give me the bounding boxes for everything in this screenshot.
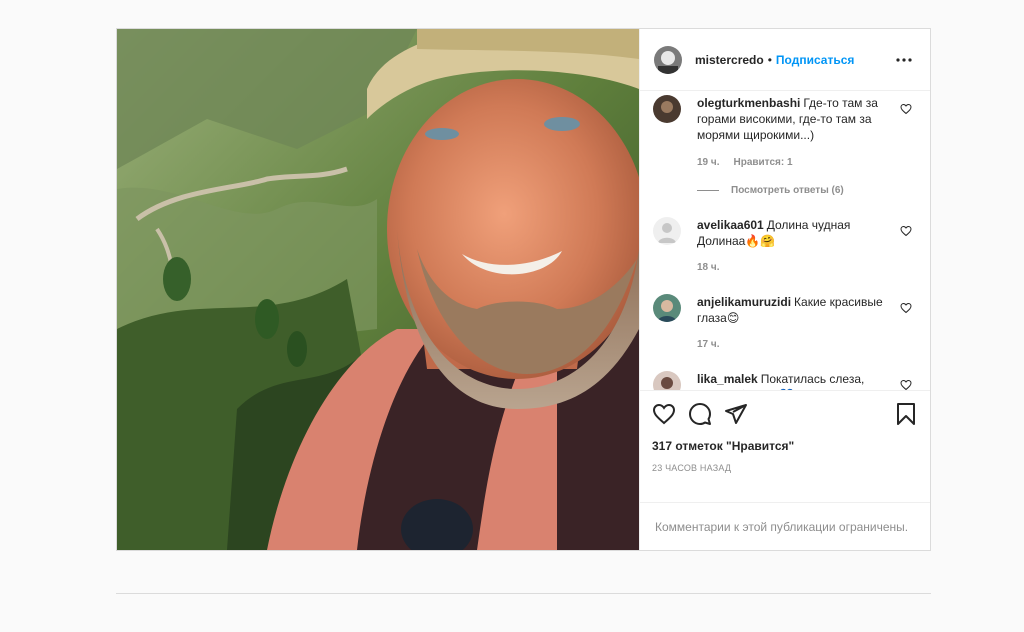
comment-meta: 19 ч. Нравится: 1 (697, 157, 807, 168)
page-divider (116, 593, 931, 594)
post-card: mistercredo • Подписаться olegturkmenbas… (116, 28, 931, 551)
commenter-avatar[interactable] (653, 371, 681, 390)
author-username[interactable]: mistercredo (695, 53, 764, 67)
comments-limited-notice: Комментарии к этой публикации ограничены… (640, 502, 930, 550)
post-header: mistercredo • Подписаться (640, 29, 930, 91)
commenter-username[interactable]: anjelikamuruzidi (697, 295, 791, 309)
comment-text: anjelikamuruzidi Какие красивые глаза😊 (697, 294, 887, 326)
replies-divider (697, 190, 719, 191)
post-sidebar: mistercredo • Подписаться olegturkmenbas… (639, 29, 930, 550)
selfie-image (117, 29, 639, 550)
comment-meta: 17 ч. (697, 339, 734, 350)
post-actions: 317 отметок "Нравится" 23 ЧАСОВ НАЗАД (640, 390, 930, 502)
commenter-avatar[interactable] (653, 95, 681, 123)
more-horizontal-icon[interactable] (892, 48, 916, 72)
comment-text: lika_malekПокатилась слеза, чистая бирюз… (697, 371, 887, 390)
comment-like-heart-icon[interactable] (900, 103, 912, 115)
likes-count[interactable]: 317 отметок "Нравится" (652, 439, 918, 453)
comment-bubble-icon[interactable] (688, 402, 712, 426)
comment-time[interactable]: 18 ч. (697, 262, 720, 273)
follow-button[interactable]: Подписаться (776, 53, 854, 67)
comments-list[interactable]: olegturkmenbashi Где-то там за горами вис… (640, 91, 930, 390)
view-replies-button[interactable]: Посмотреть ответы (6) (697, 185, 844, 196)
comment-time[interactable]: 17 ч. (697, 339, 720, 350)
author-avatar[interactable] (654, 45, 682, 74)
comment-like-heart-icon[interactable] (900, 302, 912, 314)
commenter-avatar[interactable] (653, 294, 681, 322)
commenter-username[interactable]: avelikaa601 (697, 218, 764, 232)
commenter-username[interactable]: olegturkmenbashi (697, 96, 800, 110)
commenter-username[interactable]: lika_malek (697, 372, 758, 386)
separator-dot: • (767, 52, 772, 67)
comment-like-count[interactable]: Нравится: 1 (734, 157, 793, 168)
post-timestamp[interactable]: 23 ЧАСОВ НАЗАД (652, 463, 918, 473)
comment-like-heart-icon[interactable] (900, 379, 912, 390)
share-send-icon[interactable] (724, 402, 748, 426)
post-photo[interactable] (117, 29, 639, 550)
commenter-avatar[interactable] (653, 217, 681, 245)
comment-text: olegturkmenbashi Где-то там за горами вис… (697, 95, 887, 143)
comment-time[interactable]: 19 ч. (697, 157, 720, 168)
like-heart-icon[interactable] (652, 402, 676, 426)
action-icons-row (652, 399, 918, 429)
comment-meta: 18 ч. (697, 262, 734, 273)
comment-like-heart-icon[interactable] (900, 225, 912, 237)
view-replies-label: Посмотреть ответы (6) (731, 185, 844, 196)
comment-text: avelikaa601 Долина чудная Долинаа🔥🤗 (697, 217, 887, 249)
save-bookmark-icon[interactable] (894, 402, 918, 426)
